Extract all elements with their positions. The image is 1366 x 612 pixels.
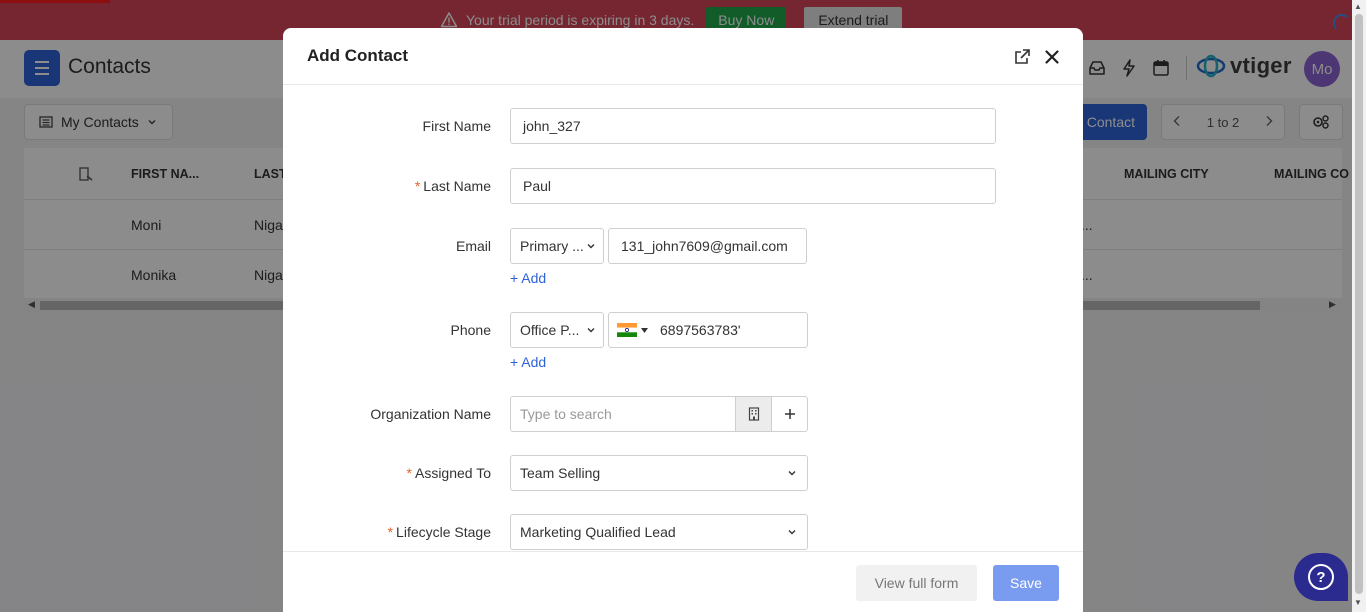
add-contact-modal: Add Contact First Name john_327 * Last Na… xyxy=(283,28,1083,612)
close-icon[interactable] xyxy=(1041,46,1063,68)
phone-type-value: Office P... xyxy=(520,322,580,338)
help-button[interactable]: ? xyxy=(1294,553,1348,601)
save-button[interactable]: Save xyxy=(993,565,1059,601)
phone-label: Phone xyxy=(450,322,491,338)
assigned-to-label: * Assigned To xyxy=(406,465,491,481)
lifecycle-stage-select[interactable]: Marketing Qualified Lead xyxy=(510,514,808,550)
building-icon xyxy=(748,407,759,421)
scroll-up-icon[interactable]: ▲ xyxy=(1354,2,1362,11)
email-field[interactable]: 131_john7609@gmail.com xyxy=(608,228,807,264)
scroll-down-icon[interactable]: ▼ xyxy=(1354,598,1362,607)
view-full-form-button[interactable]: View full form xyxy=(856,565,977,601)
required-marker: * xyxy=(387,524,394,540)
assigned-to-value: Team Selling xyxy=(520,465,601,481)
assigned-to-select[interactable]: Team Selling xyxy=(510,455,808,491)
lifecycle-stage-value: Marketing Qualified Lead xyxy=(520,524,676,540)
plus-icon xyxy=(784,409,795,419)
last-name-field[interactable]: Paul xyxy=(510,168,996,204)
organization-picker-button[interactable] xyxy=(735,397,772,431)
first-name-field[interactable]: john_327 xyxy=(510,108,996,144)
required-marker: * xyxy=(406,465,412,481)
organization-field: Type to search xyxy=(510,396,808,432)
add-email-link[interactable]: + Add xyxy=(510,270,546,286)
add-phone-link[interactable]: + Add xyxy=(510,354,546,370)
chevron-down-icon xyxy=(788,471,796,476)
chevron-down-icon xyxy=(587,244,595,249)
open-external-icon[interactable] xyxy=(1011,46,1033,68)
scrollbar-thumb[interactable] xyxy=(1355,14,1363,594)
organization-search-input[interactable]: Type to search xyxy=(511,406,735,422)
last-name-label: * Last Name xyxy=(414,178,491,194)
first-name-label: First Name xyxy=(422,118,491,134)
email-type-value: Primary ... xyxy=(520,238,584,254)
chevron-down-icon xyxy=(587,328,595,333)
required-marker: * xyxy=(414,178,421,194)
caret-down-icon xyxy=(641,327,648,333)
modal-title: Add Contact xyxy=(307,46,409,65)
modal-header: Add Contact xyxy=(283,28,1083,85)
vertical-scrollbar[interactable]: ▲ ▼ xyxy=(1352,0,1366,612)
phone-value: 6897563783' xyxy=(660,322,741,338)
organization-label: Organization Name xyxy=(370,406,491,422)
email-type-select[interactable]: Primary ... xyxy=(510,228,604,264)
phone-field[interactable]: 6897563783' xyxy=(608,312,808,348)
email-label: Email xyxy=(455,238,491,254)
india-flag-icon[interactable] xyxy=(617,323,648,337)
lifecycle-stage-label: * Lifecycle Stage xyxy=(387,524,491,540)
question-icon: ? xyxy=(1308,564,1334,590)
add-organization-button[interactable] xyxy=(771,397,807,431)
modal-footer: View full form Save xyxy=(283,551,1083,612)
chevron-down-icon xyxy=(788,530,796,535)
phone-type-select[interactable]: Office P... xyxy=(510,312,604,348)
